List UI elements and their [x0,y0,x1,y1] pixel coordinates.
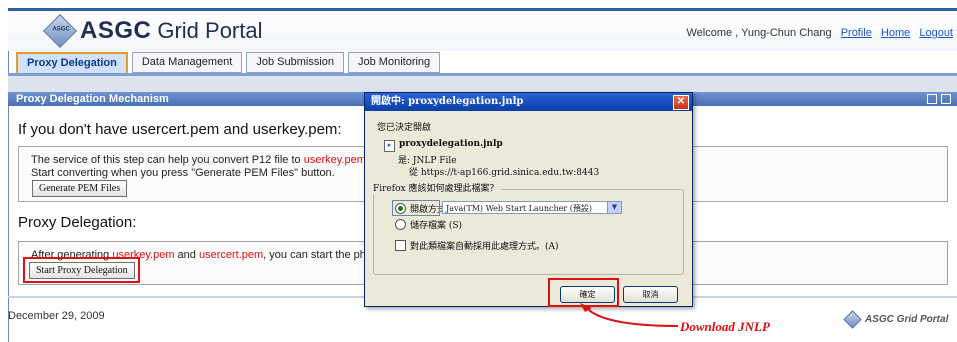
download-jnlp-label: Download JNLP [680,319,770,334]
annotation-arrow [580,303,679,327]
page: ASGC ASGC Grid Portal Welcome , Yung-Chu… [0,0,957,342]
dialog-question: Firefox 應該如何處理此檔案？ [373,181,502,194]
arrow-line [584,305,679,327]
